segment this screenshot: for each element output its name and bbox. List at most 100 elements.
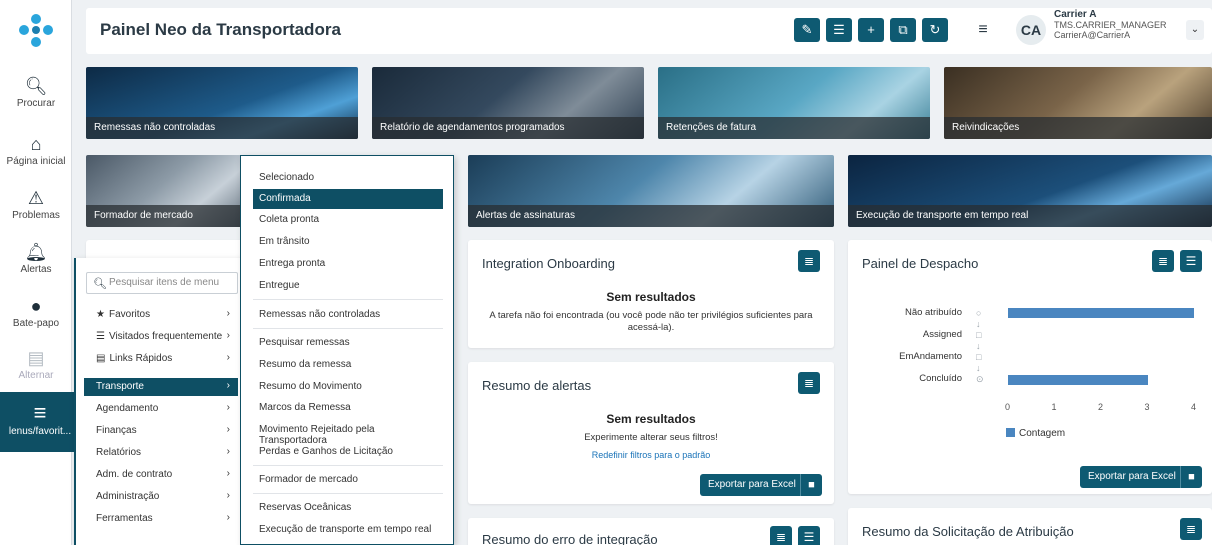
list-icon[interactable]: ☰ <box>1180 250 1202 272</box>
home-icon: ⌂ <box>30 134 42 154</box>
submenu-item[interactable]: Perdas e Ganhos de Licitação <box>253 442 443 462</box>
chevron-right-icon: › <box>226 352 230 363</box>
rail-home[interactable]: ⌂ Página inicial <box>0 132 72 167</box>
chevron-right-icon: › <box>226 424 230 435</box>
star-icon: ★ <box>96 309 105 320</box>
list-icon[interactable]: ☰ <box>798 526 820 545</box>
chevron-right-icon: › <box>226 446 230 457</box>
rail-menus-favorites[interactable]: ≡ lenus/favorit... <box>0 392 80 452</box>
settings-sliders-icon[interactable]: ≣ <box>770 526 792 545</box>
menu-item-scheduling[interactable]: Agendamento › <box>84 400 238 418</box>
refresh-icon[interactable]: ↻ <box>922 18 948 42</box>
tile-realtime-execution[interactable]: Execução de transporte em tempo real <box>848 155 1212 227</box>
chart-category-label: EmAndamento <box>899 351 962 362</box>
chevron-right-icon: › <box>226 330 230 341</box>
menu-item-tools[interactable]: Ferramentas › <box>84 510 238 528</box>
menu-item-administration[interactable]: Administração › <box>84 488 238 506</box>
edit-icon[interactable]: ✎ <box>794 18 820 42</box>
divider <box>253 465 443 466</box>
chart-tick-label: 2 <box>1098 402 1104 412</box>
chevron-down-icon[interactable]: ⌄ <box>1186 20 1204 40</box>
tile-market-maker[interactable]: Formador de mercado <box>86 155 246 227</box>
copy-icon[interactable]: ⧉ <box>890 18 916 42</box>
chat-icon: ● <box>30 296 42 316</box>
transport-submenu: Selecionado Confirmada Coleta pronta Em … <box>240 155 454 545</box>
switch-icon: ▤ <box>27 348 45 368</box>
menu-item-transport[interactable]: Transporte › <box>84 378 238 396</box>
menu-lines-icon[interactable]: ≡ <box>972 18 994 42</box>
submenu-item[interactable]: Selecionado <box>253 168 443 188</box>
file-icon: ■ <box>800 474 822 496</box>
submenu-item-selected[interactable]: Confirmada <box>253 189 443 209</box>
list-icon[interactable]: ☰ <box>826 18 852 42</box>
chevron-right-icon: › <box>226 490 230 501</box>
legend-swatch <box>1006 428 1015 437</box>
submenu-item[interactable]: Formador de mercado <box>253 470 443 490</box>
chevron-right-icon: › <box>226 468 230 479</box>
header-actions: ✎ ☰ + ⧉ ↻ <box>794 18 948 42</box>
settings-sliders-icon[interactable]: ≣ <box>1152 250 1174 272</box>
menu-item-quick-links[interactable]: ▤ Links Rápidos › <box>84 350 238 368</box>
file-icon: ■ <box>1180 466 1202 488</box>
rail-switch[interactable]: ▤ Alternar <box>0 346 72 381</box>
chevron-right-icon: › <box>226 380 230 391</box>
rail-search[interactable]: 🔍︎ Procurar <box>0 74 72 109</box>
submenu-item[interactable]: Remessas não controladas <box>253 305 443 325</box>
warning-icon: ⚠︎ <box>27 188 45 208</box>
menu-item-favorites[interactable]: ★ Favoritos › <box>84 306 238 324</box>
chevron-right-icon: › <box>226 308 230 319</box>
workflow-steps-icon: ○ ↓ □ ↓ □ ↓ ⊙ <box>976 308 984 384</box>
rail-chat[interactable]: ● Bate-papo <box>0 294 72 329</box>
submenu-item[interactable]: Execução de transporte em tempo real <box>253 520 443 540</box>
chart-tick-label: 4 <box>1191 402 1197 412</box>
avatar[interactable]: CA <box>1016 15 1046 45</box>
submenu-item[interactable]: Resumo do Movimento <box>253 377 443 397</box>
export-excel-button[interactable]: Exportar para Excel ■ <box>700 474 822 496</box>
chevron-right-icon: › <box>226 402 230 413</box>
submenu-item[interactable]: Resumo da remessa <box>253 355 443 375</box>
menu-item-frequent[interactable]: ☰ Visitados frequentemente › <box>84 328 238 346</box>
card-assignment-summary: Resumo da Solicitação de Atribuição ≣ <box>848 508 1212 545</box>
link-list-icon: ▤ <box>96 353 106 364</box>
submenu-item[interactable]: Reservas Oceânicas <box>253 498 443 518</box>
card-integration-error: Resumo do erro de integração ≣ ☰ <box>468 518 834 545</box>
submenu-item[interactable]: Entrega pronta <box>253 254 443 274</box>
chart-tick-label: 0 <box>1005 402 1011 412</box>
chart-tick-label: 1 <box>1051 402 1057 412</box>
divider <box>253 328 443 329</box>
export-excel-button[interactable]: Exportar para Excel ■ <box>1080 466 1202 488</box>
menu-item-finance[interactable]: Finanças › <box>84 422 238 440</box>
chevron-right-icon: › <box>226 512 230 523</box>
reset-filters-link[interactable]: Redefinir filtros para o padrão <box>468 450 834 460</box>
add-icon[interactable]: + <box>858 18 884 42</box>
left-rail: 🔍︎ Procurar ⌂ Página inicial ⚠︎ Problema… <box>0 0 80 545</box>
rail-alerts[interactable]: 🔔︎ Alertas <box>0 240 72 275</box>
search-icon: 🔍︎ <box>93 278 107 290</box>
submenu-item[interactable]: Movimento Rejeitado pela Transportadora <box>253 420 443 446</box>
tile-scheduled-report[interactable]: Relatório de agendamentos programados <box>372 67 644 139</box>
chart-tick-label: 3 <box>1144 402 1150 412</box>
menu-search-input[interactable]: 🔍︎ Pesquisar itens de menu <box>86 272 238 294</box>
main-menu-flyout: 🔍︎ Pesquisar itens de menu ★ Favoritos › ☰… <box>74 258 244 545</box>
chart-legend: Contagem <box>1006 428 1065 439</box>
rail-problems[interactable]: ⚠︎ Problemas <box>0 186 72 221</box>
tile-uncontrolled-shipments[interactable]: Remessas não controladas <box>86 67 358 139</box>
tile-claims[interactable]: Reivindicações <box>944 67 1212 139</box>
menu-item-reports[interactable]: Relatórios › <box>84 444 238 462</box>
tile-subscription-alerts[interactable]: Alertas de assinaturas <box>468 155 834 227</box>
settings-sliders-icon[interactable]: ≣ <box>798 250 820 272</box>
chart-category-label: Assigned <box>922 329 962 340</box>
chart-bar <box>1008 308 1194 318</box>
submenu-item[interactable]: Entregue <box>253 276 443 296</box>
bell-icon: 🔔︎ <box>24 242 48 262</box>
submenu-item[interactable]: Em trânsito <box>253 232 443 252</box>
settings-sliders-icon[interactable]: ≣ <box>798 372 820 394</box>
card-dispatch-panel: Painel de Despacho ≣ ☰ Não atribuído Ass… <box>848 240 1212 494</box>
submenu-item[interactable]: Marcos da Remessa <box>253 398 443 418</box>
tile-invoice-holds[interactable]: Retenções de fatura <box>658 67 930 139</box>
logo-icon[interactable] <box>18 12 54 52</box>
settings-sliders-icon[interactable]: ≣ <box>1180 518 1202 540</box>
submenu-item[interactable]: Pesquisar remessas <box>253 333 443 353</box>
menu-item-contract-admin[interactable]: Adm. de contrato › <box>84 466 238 484</box>
submenu-item[interactable]: Coleta pronta <box>253 210 443 230</box>
